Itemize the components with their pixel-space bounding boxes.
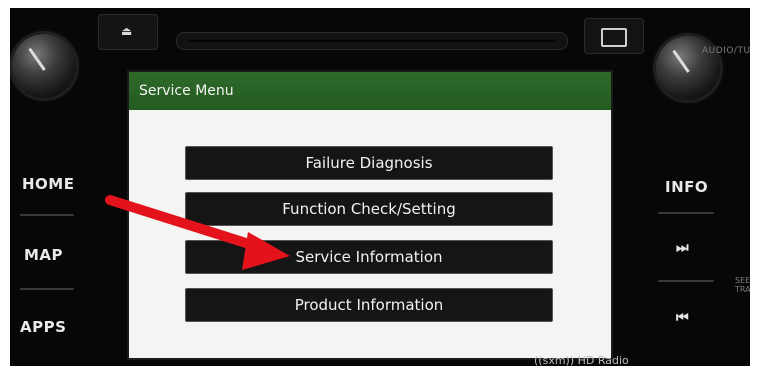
divider xyxy=(658,280,714,282)
audio-tune-label: AUDIO/TUN xyxy=(702,46,750,56)
title-bar: Service Menu xyxy=(129,72,611,110)
head-unit-photo: ⏏ AUDIO/TUN HOME MAP APPS INFO ⏭ ⏮ SEEK … xyxy=(10,8,750,366)
volume-knob[interactable] xyxy=(12,34,76,98)
product-information-button[interactable]: Product Information xyxy=(185,288,553,322)
function-check-setting-button[interactable]: Function Check/Setting xyxy=(185,192,553,226)
eject-button[interactable]: ⏏ xyxy=(98,14,158,50)
sxm-hd-radio-logo: ((sxm)) HD Radio xyxy=(534,354,629,366)
eject-icon: ⏏ xyxy=(121,24,133,38)
service-menu-screen: Service Menu Failure Diagnosis Function … xyxy=(127,70,613,360)
service-information-button[interactable]: Service Information xyxy=(185,240,553,274)
divider xyxy=(20,214,74,216)
divider xyxy=(20,288,74,290)
sd-card-button[interactable] xyxy=(584,18,644,54)
apps-button[interactable]: APPS xyxy=(20,318,66,336)
next-track-icon[interactable]: ⏭ xyxy=(676,240,689,256)
sd-card-icon xyxy=(601,28,627,47)
previous-track-icon[interactable]: ⏮ xyxy=(676,310,689,326)
page-title: Service Menu xyxy=(139,83,234,99)
failure-diagnosis-button[interactable]: Failure Diagnosis xyxy=(185,146,553,180)
map-button[interactable]: MAP xyxy=(24,246,63,264)
disc-slot xyxy=(176,32,568,50)
info-button[interactable]: INFO xyxy=(665,178,708,196)
seek-track-label: SEEK TRAC xyxy=(735,276,750,294)
home-button[interactable]: HOME xyxy=(22,175,74,193)
divider xyxy=(658,212,714,214)
